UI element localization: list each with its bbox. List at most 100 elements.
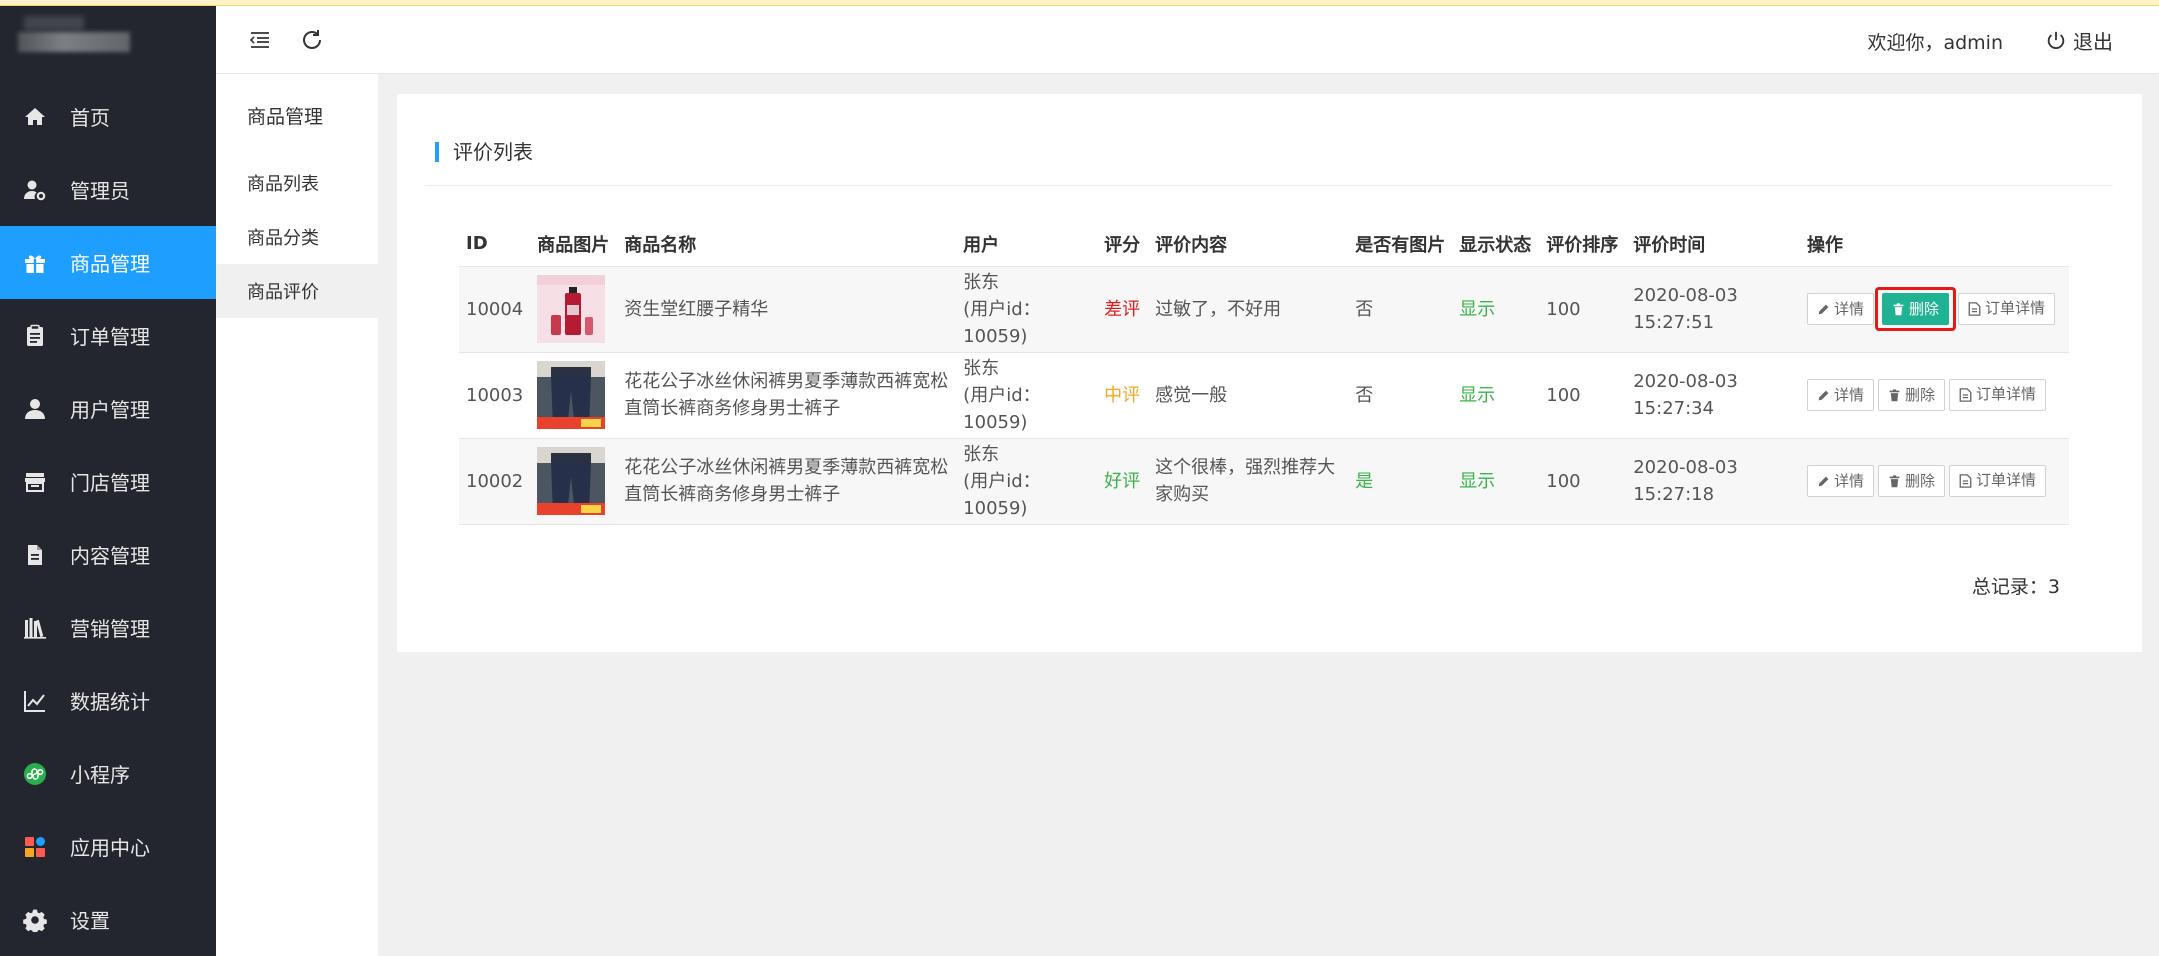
sidebar-item-label: 用户管理 xyxy=(70,398,150,422)
product-thumbnail[interactable] xyxy=(537,275,606,343)
sidebar-item-miniapp[interactable]: 小程序 xyxy=(0,737,216,810)
order-detail-label: 订单详情 xyxy=(1984,299,2045,317)
refresh-icon xyxy=(303,30,321,49)
file-icon xyxy=(1968,301,1981,316)
sidebar-item-label: 商品管理 xyxy=(70,252,150,276)
sidebar-item-label: 数据统计 xyxy=(70,690,150,714)
detail-button[interactable]: 详情 xyxy=(1806,465,1874,498)
refresh-button[interactable] xyxy=(298,26,326,54)
sidebar-item-orders[interactable]: 订单管理 xyxy=(0,299,216,372)
table-row: 10002 花花公子冰丝休闲裤男夏季薄款西裤宽松直筒长裤商务修身男士裤子 张东 … xyxy=(459,438,2069,525)
cell-rating: 差评 xyxy=(1097,266,1149,353)
cell-rating: 好评 xyxy=(1097,438,1149,525)
sidebar-item-label: 小程序 xyxy=(70,763,130,787)
order-detail-button[interactable]: 订单详情 xyxy=(1948,464,2046,497)
top-header: 欢迎你，admin 退出 xyxy=(216,6,2159,74)
trash-icon xyxy=(1889,389,1900,401)
cell-image xyxy=(530,266,618,353)
trash-icon xyxy=(1893,302,1904,315)
cell-content: 这个很棒，强烈推荐大家购买 xyxy=(1148,438,1349,525)
cell-time: 2020-08-03 15:27:51 xyxy=(1626,266,1800,353)
review-table: ID 商品图片 商品名称 用户 评分 评价内容 是否有图片 显示状态 评价排序 … xyxy=(459,222,2069,525)
sidebar-item-stores[interactable]: 门店管理 xyxy=(0,445,216,518)
logout-label: 退出 xyxy=(2073,30,2113,54)
cell-id: 10002 xyxy=(459,438,531,525)
logout-button[interactable]: 退出 xyxy=(2045,26,2113,55)
sidebar-item-label: 订单管理 xyxy=(70,325,150,349)
user-id: (用户id：10059) xyxy=(963,298,1041,347)
cell-has-image: 否 xyxy=(1348,352,1453,439)
sidebar-item-stats[interactable]: 数据统计 xyxy=(0,664,216,737)
home-icon xyxy=(22,104,48,130)
sidebar-item-label: 营销管理 xyxy=(70,617,150,641)
cell-product-name: 资生堂红腰子精华 xyxy=(617,266,957,353)
file-icon xyxy=(1959,473,1972,488)
edit-icon xyxy=(1818,390,1829,401)
sidebar-item-home[interactable]: 首页 xyxy=(0,80,216,153)
top-border xyxy=(0,0,2159,6)
order-detail-button[interactable]: 订单详情 xyxy=(1957,292,2055,325)
sub-nav-item-goods-list[interactable]: 商品列表 xyxy=(216,156,378,210)
gear-icon xyxy=(22,907,48,933)
chart-icon xyxy=(22,688,48,714)
product-thumbnail[interactable] xyxy=(537,447,606,515)
cell-user: 张东 (用户id：10059) xyxy=(956,266,1098,353)
delete-button[interactable]: 删除 xyxy=(1877,465,1945,498)
power-icon xyxy=(2047,31,2065,49)
collapse-menu-button[interactable] xyxy=(246,26,274,54)
sidebar-item-label: 设置 xyxy=(70,909,110,933)
cell-content: 感觉一般 xyxy=(1148,352,1349,439)
order-detail-label: 订单详情 xyxy=(1975,471,2036,490)
cell-product-name: 花花公子冰丝休闲裤男夏季薄款西裤宽松直筒长裤商务修身男士裤子 xyxy=(617,352,957,439)
user-name: 张东 xyxy=(963,443,1000,465)
sidebar-item-label: 门店管理 xyxy=(70,471,150,495)
cell-user: 张东 (用户id：10059) xyxy=(956,438,1098,525)
sidebar-item-content[interactable]: 内容管理 xyxy=(0,518,216,591)
delete-label: 删除 xyxy=(1904,471,1935,490)
sub-nav-item-goods-review[interactable]: 商品评价 xyxy=(216,264,378,318)
sub-nav-title: 商品管理 xyxy=(247,106,324,128)
welcome-text: 欢迎你，admin xyxy=(1867,32,2003,54)
user-icon xyxy=(22,396,48,422)
detail-button[interactable]: 详情 xyxy=(1806,293,1874,325)
cell-rating: 中评 xyxy=(1097,352,1149,439)
table-row: 10003 花花公子冰丝休闲裤男夏季薄款西裤宽松直筒长裤商务修身男士裤子 张东 … xyxy=(459,352,2069,439)
order-detail-button[interactable]: 订单详情 xyxy=(1948,378,2046,411)
cell-sort: 100 xyxy=(1539,352,1627,439)
cell-actions: 详情 删除 订单详情 xyxy=(1799,266,2069,353)
sidebar-item-settings[interactable]: 设置 xyxy=(0,883,216,956)
sub-nav: 商品管理 商品列表 商品分类 商品评价 xyxy=(216,74,378,956)
col-content: 评价内容 xyxy=(1148,222,1349,267)
sidebar-item-apps[interactable]: 应用中心 xyxy=(0,810,216,883)
books-icon xyxy=(22,615,48,641)
cell-image xyxy=(530,438,618,525)
detail-button[interactable]: 详情 xyxy=(1806,379,1874,412)
product-thumbnail[interactable] xyxy=(537,361,606,429)
file-icon xyxy=(1959,387,1972,402)
sub-nav-item-goods-category[interactable]: 商品分类 xyxy=(216,210,378,264)
table-row: 10004 资生堂红腰子精华 张东 (用户id：10059) 差评 过敏了，不好… xyxy=(459,266,2069,353)
sidebar-item-goods[interactable]: 商品管理 xyxy=(0,226,216,299)
delete-button[interactable]: 删除 xyxy=(1881,293,1949,325)
delete-button[interactable]: 删除 xyxy=(1877,379,1945,412)
cell-user: 张东 (用户id：10059) xyxy=(956,352,1098,439)
cell-time: 2020-08-03 15:27:34 xyxy=(1626,352,1800,439)
sidebar-item-users[interactable]: 用户管理 xyxy=(0,372,216,445)
sidebar-item-marketing[interactable]: 营销管理 xyxy=(0,591,216,664)
sidebar-item-label: 首页 xyxy=(70,106,110,130)
store-icon xyxy=(22,469,48,495)
sidebar-item-label: 应用中心 xyxy=(70,836,150,860)
cell-id: 10003 xyxy=(459,352,531,439)
col-rating: 评分 xyxy=(1097,222,1149,267)
col-id: ID xyxy=(459,222,531,267)
apps-icon xyxy=(22,834,48,860)
user-id: (用户id：10059) xyxy=(963,470,1041,519)
highlight-box: 删除 xyxy=(1874,287,1956,331)
col-status: 显示状态 xyxy=(1452,222,1540,267)
detail-label: 详情 xyxy=(1833,471,1864,490)
user-id: (用户id：10059) xyxy=(963,384,1041,433)
cell-has-image: 是 xyxy=(1348,438,1453,525)
edit-icon xyxy=(1818,304,1829,314)
title-divider xyxy=(425,185,2113,186)
sidebar-item-admin[interactable]: 管理员 xyxy=(0,153,216,226)
